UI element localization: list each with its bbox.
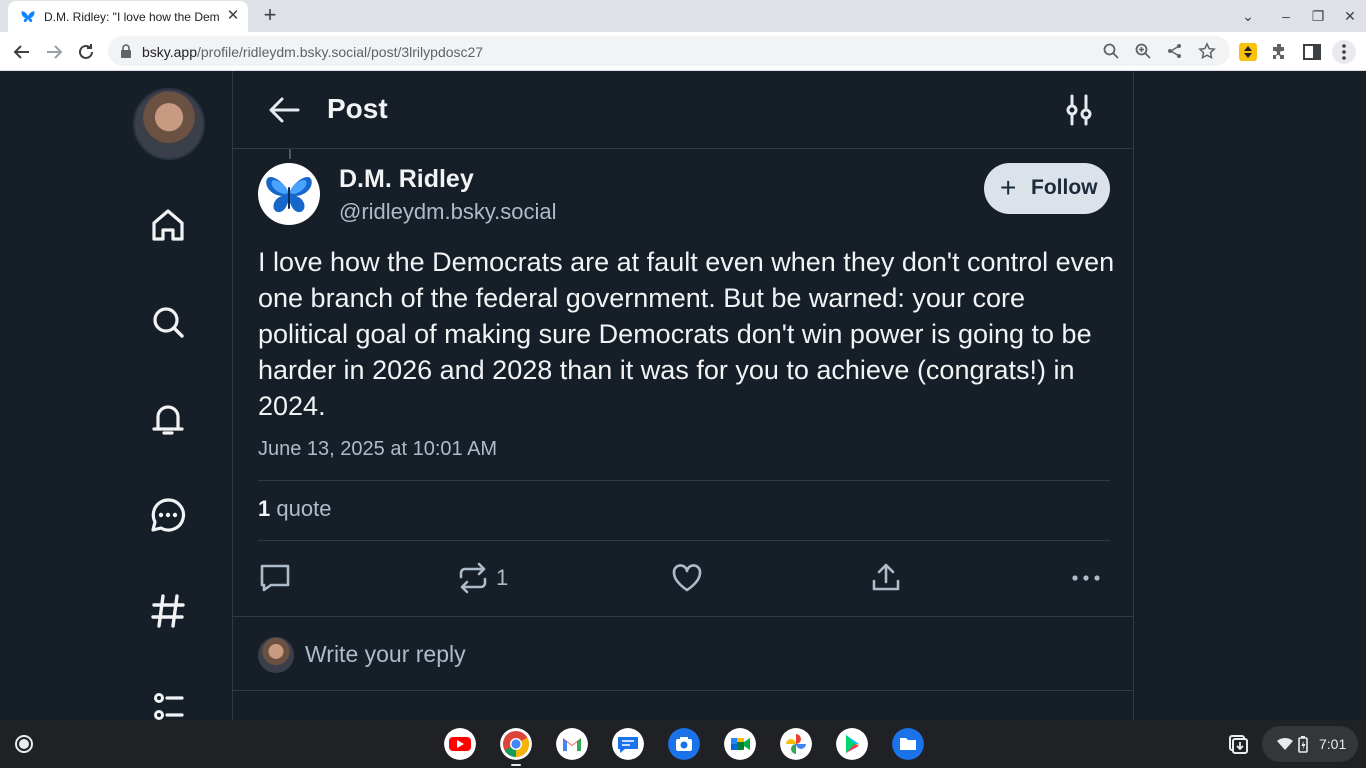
reply-button[interactable] [258, 561, 292, 595]
bluesky-favicon-icon [21, 11, 35, 22]
repost-button[interactable]: 1 [456, 561, 536, 595]
feeds-hashtag-icon[interactable] [148, 591, 188, 631]
chrome-running-indicator [511, 764, 521, 766]
follow-button[interactable]: + Follow [984, 163, 1110, 214]
bookmark-star-icon[interactable] [1198, 42, 1216, 60]
url-path: /profile/ridleydm.bsky.social/post/3lril… [197, 44, 484, 60]
repost-icon [459, 562, 487, 594]
url-host: bsky.app [142, 44, 197, 60]
author-avatar[interactable] [258, 163, 320, 225]
minimize-icon[interactable]: – [1276, 6, 1296, 26]
post-timestamp: June 13, 2025 at 10:01 AM [258, 438, 498, 460]
side-panel-icon[interactable] [1300, 40, 1324, 64]
my-avatar-small [258, 637, 294, 673]
reply-bubble-icon [260, 564, 290, 592]
reply-composer-bar[interactable]: Write your reply [233, 616, 1133, 691]
lock-icon [121, 44, 131, 58]
tab-search-icon[interactable]: ⌄ [1238, 6, 1258, 26]
home-icon[interactable] [148, 205, 188, 245]
plus-icon: + [1000, 172, 1017, 203]
notifications-bell-icon[interactable] [148, 399, 188, 439]
author-display-name[interactable]: D.M. Ridley [339, 165, 474, 194]
repost-count: 1 [496, 565, 509, 590]
chat-icon[interactable] [148, 495, 188, 535]
address-bar[interactable]: bsky.app/profile/ridleydm.bsky.social/po… [108, 36, 1230, 66]
clock-time: 7:01 [1319, 736, 1347, 752]
extension-icon[interactable] [1236, 40, 1260, 64]
share-upload-icon [872, 563, 900, 591]
divider [258, 540, 1110, 541]
page-title: Post [327, 93, 388, 124]
restore-icon[interactable]: ❐ [1308, 6, 1328, 26]
chrome-icon[interactable] [500, 728, 532, 760]
thread-settings-icon[interactable] [1063, 93, 1095, 127]
wifi-icon [1277, 737, 1293, 750]
play-store-icon[interactable] [836, 728, 868, 760]
thread-connector-line [289, 149, 291, 159]
zoom-icon[interactable] [1134, 42, 1152, 60]
share-icon[interactable] [1166, 42, 1184, 60]
search-icon[interactable] [1102, 42, 1120, 60]
quote-count-number: 1 [258, 496, 271, 521]
heart-icon [672, 564, 702, 592]
camera-icon[interactable] [668, 728, 700, 760]
follow-button-label: Follow [1031, 176, 1098, 199]
reply-input-placeholder[interactable]: Write your reply [305, 641, 466, 668]
tab-title: D.M. Ridley: "I love how the Democ [44, 10, 220, 24]
back-arrow-icon[interactable] [267, 95, 301, 125]
launcher-button[interactable] [8, 728, 40, 760]
battery-icon [1298, 736, 1308, 753]
tab-strip: D.M. Ridley: "I love how the Democ ✕ + ⌄… [0, 0, 1366, 32]
browser-toolbar: bsky.app/profile/ridleydm.bsky.social/po… [0, 32, 1366, 71]
chromeos-shelf: 7:01 [0, 720, 1366, 768]
more-dots-icon [1072, 575, 1100, 581]
like-button[interactable] [670, 561, 704, 595]
quote-count-label: quote [276, 496, 332, 521]
share-button[interactable] [869, 561, 903, 595]
post-body-text: I love how the Democrats are at fault ev… [258, 247, 1115, 421]
files-icon[interactable] [892, 728, 924, 760]
my-profile-avatar[interactable] [133, 88, 205, 160]
left-navigation [128, 71, 218, 720]
tab-close-icon[interactable]: ✕ [224, 7, 242, 25]
extensions-puzzle-icon[interactable] [1268, 40, 1292, 64]
youtube-icon[interactable] [444, 728, 476, 760]
launcher-icon [15, 735, 33, 753]
quote-count-link[interactable]: 1 quote [258, 496, 331, 522]
reload-icon[interactable] [74, 40, 98, 64]
browser-tab[interactable]: D.M. Ridley: "I love how the Democ ✕ [8, 1, 248, 32]
photos-icon[interactable] [780, 728, 812, 760]
holding-space-icon[interactable] [1222, 728, 1254, 760]
messages-icon[interactable] [612, 728, 644, 760]
status-area[interactable]: 7:01 [1262, 726, 1358, 762]
divider [258, 480, 1110, 481]
page-header: Post [233, 71, 1133, 149]
new-tab-button[interactable]: + [258, 4, 282, 28]
more-options-button[interactable] [1069, 561, 1103, 595]
lists-icon[interactable] [148, 687, 188, 720]
forward-icon[interactable] [42, 40, 66, 64]
bluesky-page: Post D.M. Ridley @ridleydm.bsky.social +… [0, 71, 1366, 720]
url-text: bsky.app/profile/ridleydm.bsky.social/po… [142, 44, 483, 60]
butterfly-avatar-icon [266, 176, 312, 213]
back-icon[interactable] [10, 40, 34, 64]
search-icon[interactable] [148, 302, 188, 342]
close-window-icon[interactable]: ✕ [1340, 6, 1360, 26]
meet-icon[interactable] [724, 728, 756, 760]
gmail-icon[interactable] [556, 728, 588, 760]
post-thread-column: Post D.M. Ridley @ridleydm.bsky.social +… [232, 71, 1134, 720]
browser-menu-icon[interactable] [1332, 40, 1356, 64]
author-handle[interactable]: @ridleydm.bsky.social [339, 199, 557, 225]
